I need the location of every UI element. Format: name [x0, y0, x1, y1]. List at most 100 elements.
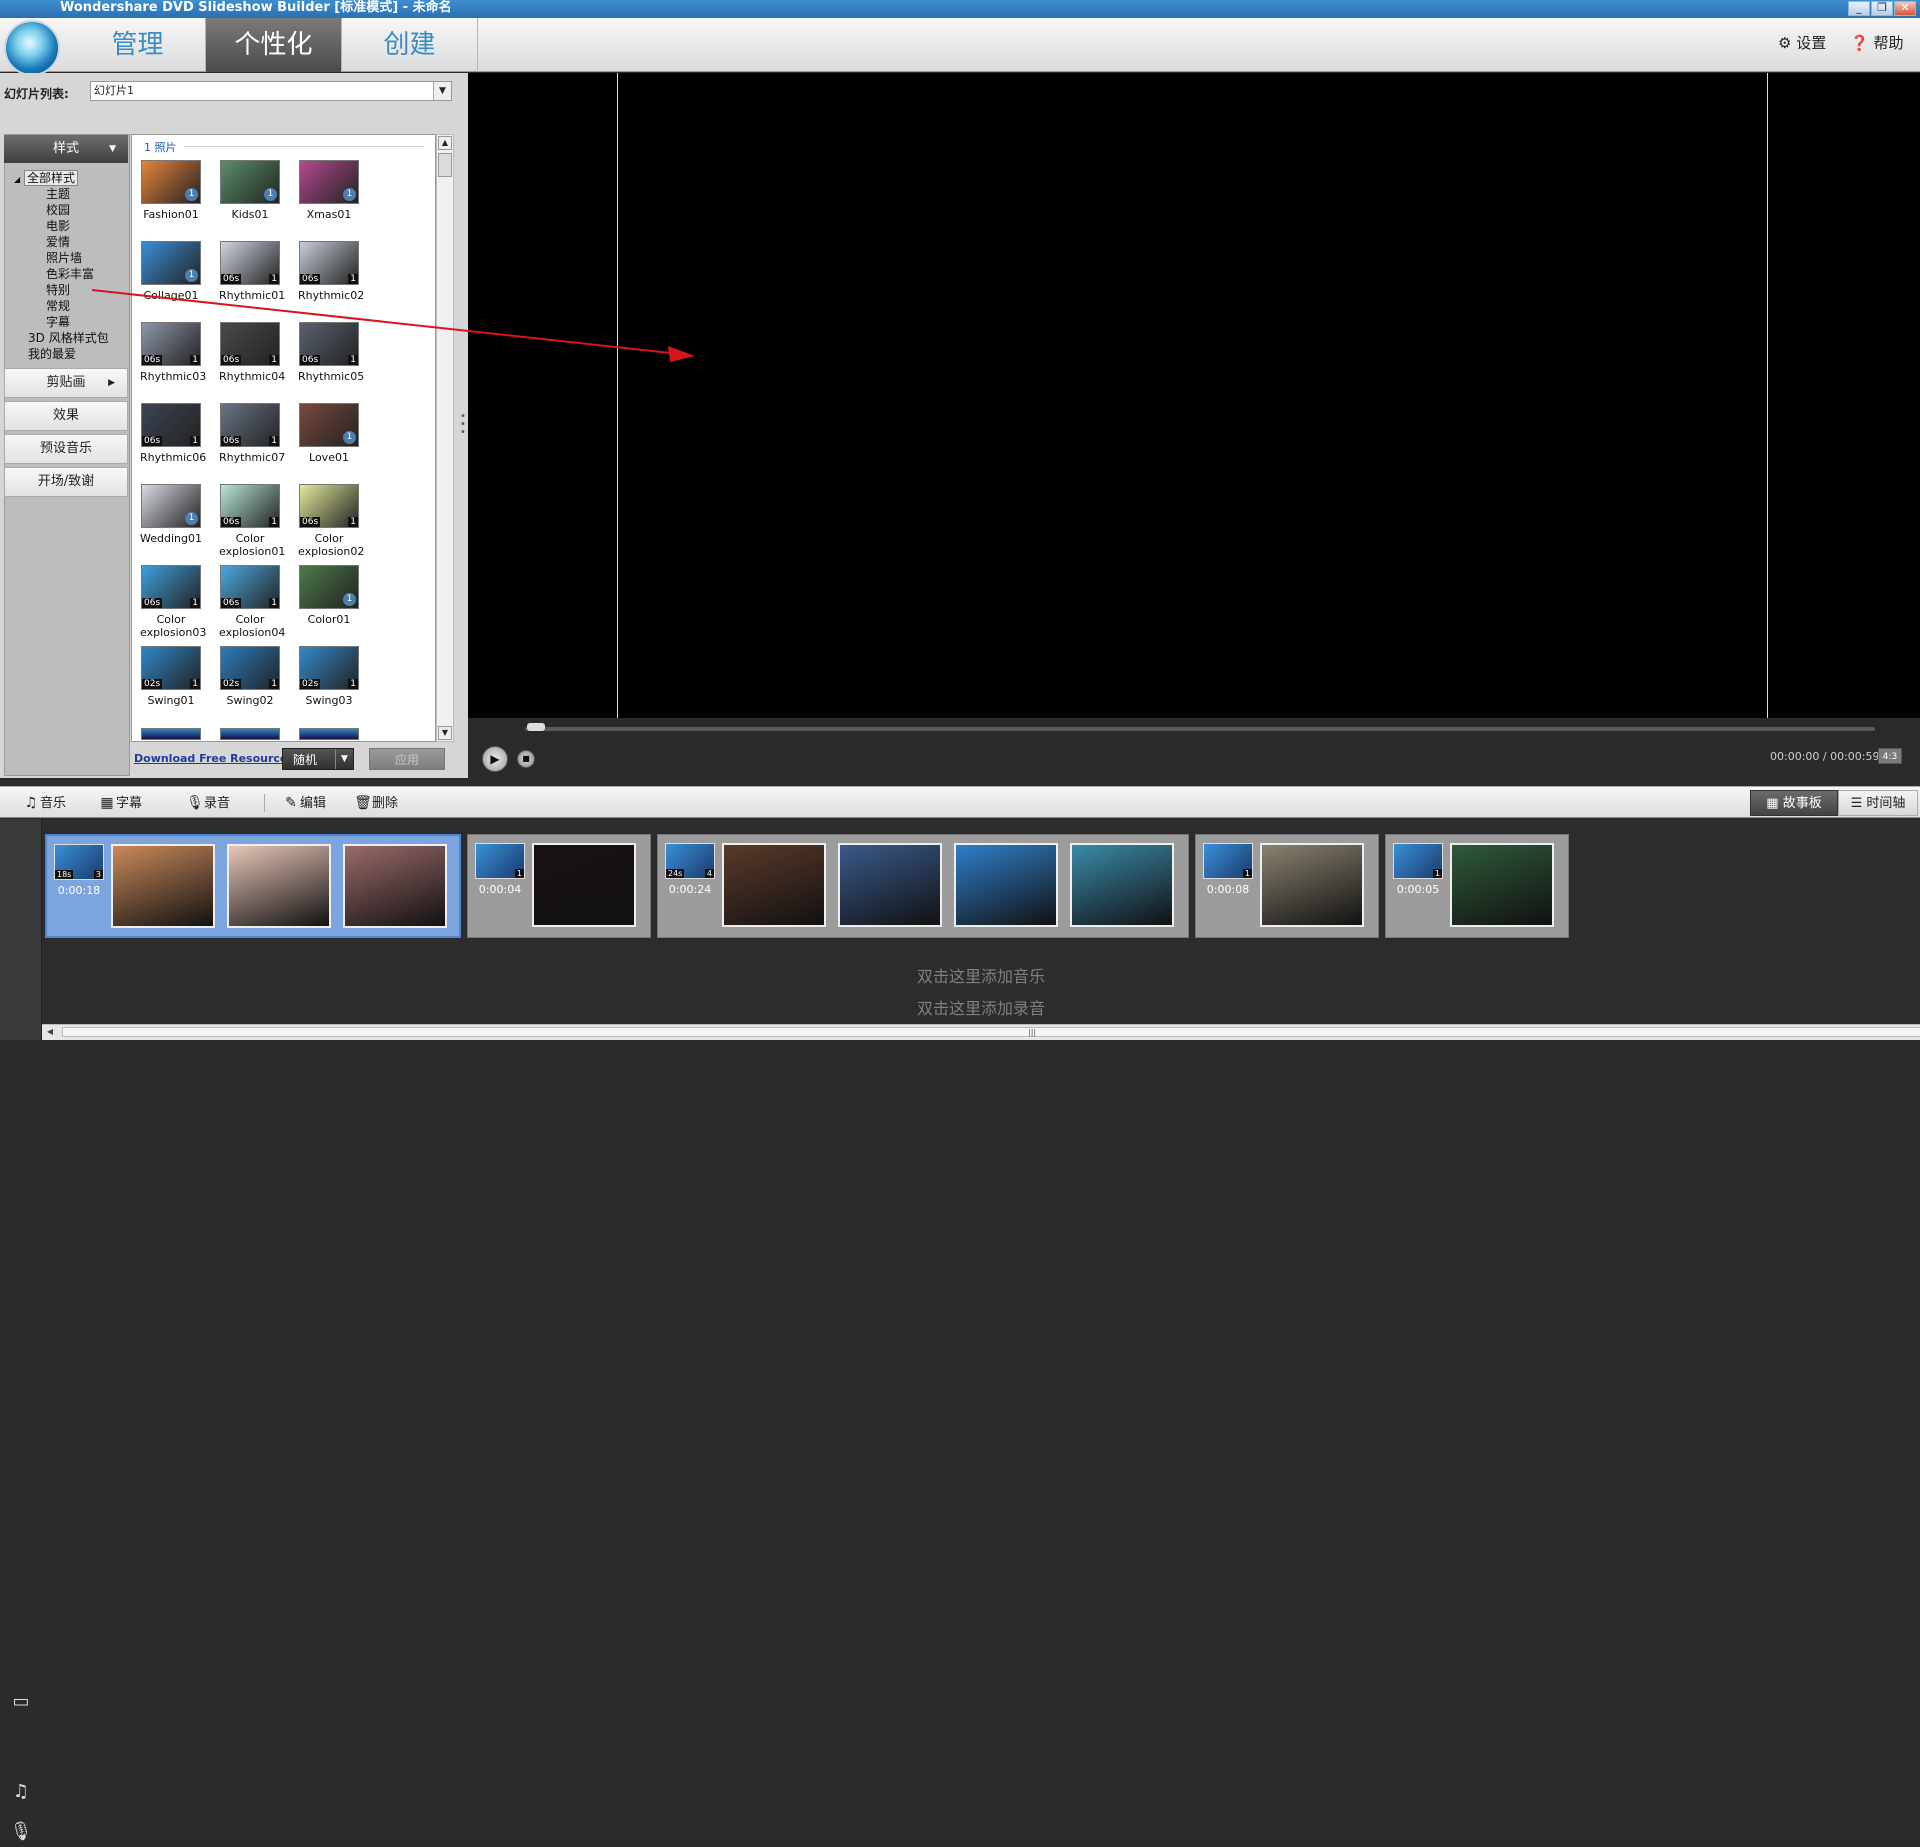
timeline-view-button[interactable]: ☰ 时间轴 — [1838, 790, 1918, 816]
random-select[interactable]: 随机 ▼ — [282, 748, 354, 770]
style-thumb[interactable]: 02s 1 Swing01 — [140, 646, 202, 707]
slide-list-select[interactable]: 幻灯片1 ▼ — [90, 81, 452, 101]
aspect-ratio-button[interactable]: 4:3 — [1878, 748, 1902, 764]
storyboard-group[interactable]: 1 0:00:05 — [1385, 834, 1569, 938]
storyboard-group[interactable]: 1 0:00:04 — [467, 834, 651, 938]
group-style-thumb[interactable]: 24s 4 0:00:24 — [664, 843, 716, 896]
storyboard-photo[interactable] — [343, 844, 447, 928]
microphone-track-icon[interactable]: 🎙 — [6, 1817, 36, 1847]
style-thumb[interactable]: 1 Fashion01 — [140, 160, 202, 221]
tree-item-caption[interactable]: 字幕 — [14, 314, 128, 330]
storyboard-photo[interactable] — [954, 843, 1058, 927]
scroll-left-icon[interactable]: ◀ — [44, 1026, 56, 1038]
storyboard-photo[interactable] — [1450, 843, 1554, 927]
tree-item-movie[interactable]: 电影 — [14, 218, 128, 234]
style-thumb-partial[interactable] — [299, 728, 359, 740]
progress-bar[interactable] — [525, 727, 1875, 731]
style-thumb[interactable]: 1 Love01 — [298, 403, 360, 464]
tree-item-love[interactable]: 爱情 — [14, 234, 128, 250]
stop-button[interactable]: ■ — [517, 750, 535, 768]
settings-button[interactable]: ⚙ 设置 — [1778, 32, 1826, 53]
app-logo-icon[interactable] — [4, 20, 60, 76]
panel-splitter[interactable]: • • • — [456, 73, 468, 778]
style-thumb[interactable]: 06s 1 Rhythmic07 — [219, 403, 285, 464]
style-thumb[interactable]: 1 Color01 — [298, 565, 360, 626]
style-thumb[interactable]: 1 Collage01 — [140, 241, 202, 302]
group-style-thumb[interactable]: 1 0:00:08 — [1202, 843, 1254, 896]
category-header[interactable]: 样式 ▼ — [4, 135, 128, 163]
tree-item-all[interactable]: ◢ 全部样式 — [14, 170, 128, 186]
add-record-hint[interactable]: 双击这里添加录音 — [42, 995, 1920, 1019]
style-thumb[interactable]: 1 Xmas01 — [298, 160, 360, 221]
style-thumb-partial[interactable] — [220, 728, 280, 740]
storyboard-view-button[interactable]: ▦ 故事板 — [1750, 790, 1838, 816]
style-thumb[interactable]: 02s 1 Swing02 — [219, 646, 281, 707]
storyboard-track-icon[interactable]: ▭ — [6, 1687, 36, 1717]
tree-item-campus[interactable]: 校园 — [14, 202, 128, 218]
style-thumb[interactable]: 1 Kids01 — [219, 160, 281, 221]
storyboard-photo[interactable] — [722, 843, 826, 927]
storyboard-hscrollbar[interactable]: ◀ ||| — [42, 1024, 1920, 1040]
preset-music-button[interactable]: 预设音乐 — [4, 434, 128, 464]
storyboard-photo[interactable] — [227, 844, 331, 928]
progress-knob[interactable] — [527, 723, 545, 731]
group-style-thumb[interactable]: 1 0:00:05 — [1392, 843, 1444, 896]
style-thumb[interactable]: 06s 1 Color explosion02 — [298, 484, 364, 558]
hscroll-thumb[interactable]: ||| — [62, 1027, 1920, 1037]
storyboard-photo[interactable] — [1260, 843, 1364, 927]
style-thumb[interactable]: 06s 1 Rhythmic03 — [140, 322, 206, 383]
tree-item-favorites[interactable]: 我的最爱 — [14, 346, 128, 362]
restore-button[interactable]: ❐ — [1871, 1, 1893, 16]
storyboard-group[interactable]: 24s 4 0:00:24 — [657, 834, 1189, 938]
edit-tool[interactable]: ✎ 编辑 — [282, 792, 326, 814]
style-thumb[interactable]: 1 Wedding01 — [140, 484, 202, 545]
group-style-thumb[interactable]: 1 0:00:04 — [474, 843, 526, 896]
minimize-button[interactable]: _ — [1848, 1, 1870, 16]
style-thumb[interactable]: 06s 1 Rhythmic04 — [219, 322, 285, 383]
style-scrollbar[interactable]: ▲ ▼ — [436, 134, 454, 742]
add-music-hint[interactable]: 双击这里添加音乐 — [42, 963, 1920, 987]
style-thumb[interactable]: 06s 1 Rhythmic01 — [219, 241, 285, 302]
chevron-down-icon[interactable]: ▼ — [433, 82, 451, 100]
tree-item-general[interactable]: 常规 — [14, 298, 128, 314]
style-thumb[interactable]: 06s 1 Rhythmic05 — [298, 322, 364, 383]
scroll-thumb[interactable] — [438, 153, 452, 177]
tree-item-3d-pack[interactable]: 3D 风格样式包 — [14, 330, 128, 346]
delete-tool[interactable]: 🗑删除 — [354, 792, 398, 814]
style-thumb[interactable]: 02s 1 Swing03 — [298, 646, 360, 707]
close-button[interactable]: ✕ — [1894, 1, 1916, 16]
tree-item-theme[interactable]: 主题 — [14, 186, 128, 202]
storyboard-photo[interactable] — [111, 844, 215, 928]
intro-credits-button[interactable]: 开场/致谢 — [4, 467, 128, 497]
tree-item-photo-wall[interactable]: 照片墙 — [14, 250, 128, 266]
tab-manage[interactable]: 管理 — [70, 18, 206, 72]
music-tool[interactable]: ♫ 音乐 — [22, 792, 66, 814]
storyboard-group[interactable]: 18s 3 0:00:18 — [45, 834, 461, 938]
storyboard-group[interactable]: 1 0:00:08 — [1195, 834, 1379, 938]
style-thumb[interactable]: 06s 1 Rhythmic02 — [298, 241, 364, 302]
style-thumb-partial[interactable] — [141, 728, 201, 740]
tab-personalize[interactable]: 个性化 — [206, 18, 342, 72]
download-free-resource-link[interactable]: Download Free Resource — [134, 752, 287, 765]
clipart-button[interactable]: 剪贴画 ▶ — [4, 368, 128, 398]
apply-button[interactable]: 应用 — [369, 748, 445, 770]
storyboard-photo[interactable] — [532, 843, 636, 927]
storyboard-photo[interactable] — [1070, 843, 1174, 927]
tree-item-special[interactable]: 特别 — [14, 282, 128, 298]
scroll-up-icon[interactable]: ▲ — [438, 136, 452, 150]
play-button[interactable]: ▶ — [482, 746, 508, 772]
help-button[interactable]: ❓ 帮助 — [1850, 32, 1903, 53]
tree-item-colorful[interactable]: 色彩丰富 — [14, 266, 128, 282]
chevron-down-icon[interactable]: ▼ — [335, 749, 353, 769]
record-tool[interactable]: 🎙录音 — [186, 792, 230, 814]
scroll-down-icon[interactable]: ▼ — [438, 726, 452, 740]
effects-button[interactable]: 效果 — [4, 401, 128, 431]
storyboard-photo[interactable] — [838, 843, 942, 927]
caption-tool[interactable]: ▦ 字幕 — [98, 792, 142, 814]
style-thumb[interactable]: 06s 1 Rhythmic06 — [140, 403, 206, 464]
tab-create[interactable]: 创建 — [342, 18, 478, 72]
style-thumb[interactable]: 06s 1 Color explosion04 — [219, 565, 285, 639]
style-thumb[interactable]: 06s 1 Color explosion01 — [219, 484, 285, 558]
group-style-thumb[interactable]: 18s 3 0:00:18 — [53, 844, 105, 897]
style-thumb[interactable]: 06s 1 Color explosion03 — [140, 565, 206, 639]
